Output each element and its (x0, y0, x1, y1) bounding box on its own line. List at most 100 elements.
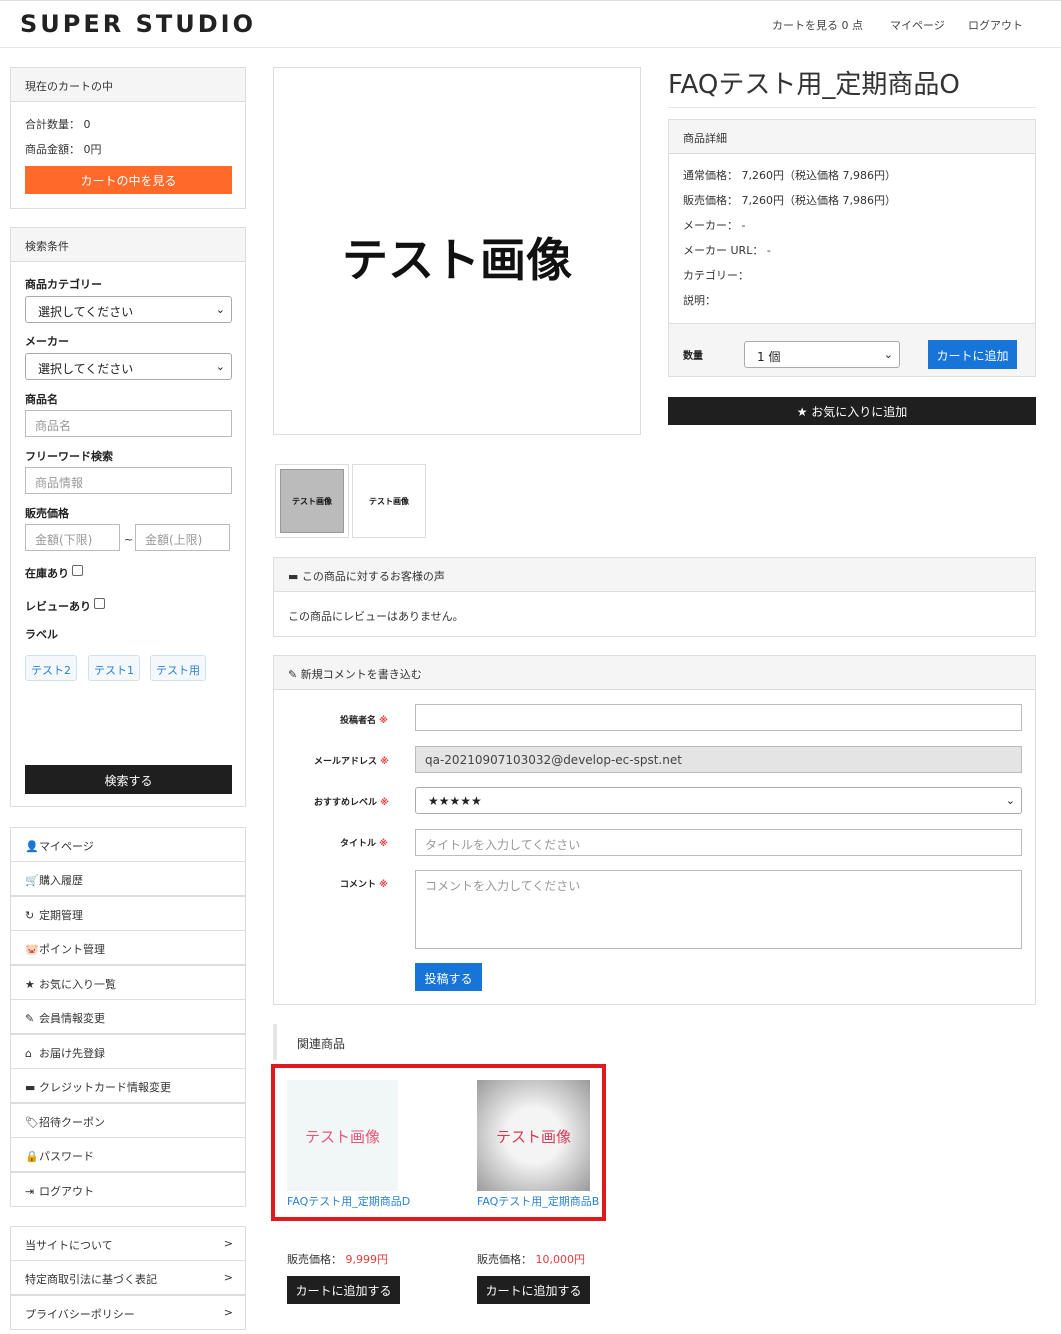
comment-textarea[interactable]: コメントを入力してください (415, 870, 1022, 949)
credit-card-icon: ▬ (25, 1081, 36, 1094)
menu-label: お届け先登録 (39, 1047, 105, 1060)
menu-item-password[interactable]: 🔒パスワード (10, 1137, 246, 1172)
price-max-input[interactable]: 金額(上限) (135, 524, 230, 551)
chevron-down-icon: ⌄ (215, 303, 225, 316)
tag-button[interactable]: テスト2 (25, 655, 77, 681)
rating-select[interactable]: ★★★★★ ⌄ (415, 787, 1022, 814)
thumbnail-image: テスト画像 (280, 469, 344, 533)
related-product-link[interactable]: FAQテスト用_定期商品D (287, 1193, 410, 1209)
cart-panel-title: 現在のカートの中 (11, 68, 245, 102)
link-tokusho[interactable]: 特定商取引法に基づく表記 > (10, 1260, 246, 1295)
cart-icon: 🛒 (25, 874, 39, 887)
related-product-image[interactable]: テスト画像 (477, 1080, 590, 1191)
maker-select[interactable]: 選択してください ⌄ (25, 353, 232, 380)
tag-button[interactable]: テスト用 (150, 655, 206, 681)
product-main-image[interactable]: テスト画像 (273, 67, 641, 435)
price-label: 販売価格 (25, 507, 69, 520)
freeword-label: フリーワード検索 (25, 450, 113, 463)
nav-cart-link[interactable]: カートを見る 0 点 (772, 17, 863, 33)
site-header: SUPER STUDIO カートを見る 0 点 マイページ ログアウト (0, 0, 1061, 48)
comment-form-title: ✎ 新規コメントを書き込む (274, 656, 1035, 690)
add-to-cart-button[interactable]: カートに追加 (928, 340, 1017, 369)
link-about[interactable]: 当サイトについて > (10, 1226, 246, 1261)
nav-logout-link[interactable]: ログアウト (968, 17, 1023, 33)
title-input[interactable]: タイトルを入力してください (415, 829, 1022, 856)
menu-label: 購入履歴 (39, 874, 83, 887)
menu-label: 招待クーポン (39, 1116, 105, 1129)
product-title: FAQテスト用_定期商品O (668, 64, 1036, 108)
menu-item-subscription[interactable]: ↻ 定期管理 (10, 896, 246, 931)
review-label: レビューあり (25, 600, 91, 613)
link-label: 特定商取引法に基づく表記 (25, 1273, 157, 1286)
email-label: メールアドレス ※ (314, 757, 389, 767)
logout-icon: ⇥ (25, 1185, 35, 1198)
label-filter-label: ラベル (25, 628, 58, 641)
lock-icon: 🔒 (25, 1150, 39, 1163)
main-image-text: テスト画像 (342, 233, 572, 287)
view-cart-button[interactable]: カートの中を見る (25, 166, 232, 194)
reviews-panel: ▬ この商品に対するお客様の声 この商品にレビューはありません。 (273, 557, 1036, 637)
related-product-link[interactable]: FAQテスト用_定期商品B (477, 1193, 599, 1209)
refresh-icon: ↻ (25, 909, 35, 922)
submit-comment-button[interactable]: 投稿する (415, 963, 482, 991)
category-label: 商品カテゴリー (25, 278, 102, 291)
menu-item-points[interactable]: 🐷ポイント管理 (10, 930, 246, 965)
email-field[interactable]: qa-20210907103032@develop-ec-spst.net (415, 746, 1022, 773)
category-select[interactable]: 選択してください ⌄ (25, 296, 232, 323)
site-logo[interactable]: SUPER STUDIO (20, 10, 256, 38)
related-product-image[interactable]: テスト画像 (287, 1080, 398, 1191)
reviews-panel-title: ▬ この商品に対するお客様の声 (274, 558, 1035, 592)
nav-mypage-link[interactable]: マイページ (890, 17, 945, 33)
chevron-down-icon: ⌄ (215, 360, 225, 373)
related-add-cart-button[interactable]: カートに追加する (287, 1276, 400, 1304)
price-min-input[interactable]: 金額(下限) (25, 524, 120, 551)
related-image-text: テスト画像 (304, 1128, 380, 1146)
related-title: 関連商品 (297, 1037, 346, 1051)
menu-item-favorites[interactable]: ★ お気に入り一覧 (10, 965, 246, 1000)
menu-label: ログアウト (39, 1185, 94, 1198)
menu-item-coupon[interactable]: 🏷招待クーポン (10, 1103, 246, 1138)
menu-label: パスワード (39, 1150, 94, 1163)
chevron-right-icon: > (223, 1237, 233, 1250)
review-checkbox[interactable] (94, 598, 105, 609)
maker-label: メーカー (25, 335, 69, 348)
category-info: カテゴリー： (683, 269, 749, 282)
home-icon: ⌂ (25, 1047, 32, 1060)
maker-url-info: メーカー URL： - (683, 244, 771, 257)
add-favorite-button[interactable]: ★ お気に入りに追加 (668, 397, 1036, 425)
search-panel-title: 検索条件 (11, 228, 245, 262)
pencil-icon: ✎ (288, 668, 301, 681)
star-icon: ★ (25, 978, 35, 991)
menu-item-delivery[interactable]: ⌂ お届け先登録 (10, 1034, 246, 1069)
menu-item-member-info[interactable]: ✎ 会員情報変更 (10, 999, 246, 1034)
tag-icon: 🏷 (25, 1116, 39, 1129)
cart-panel: 現在のカートの中 合計数量： 0 商品金額： 0円 カートの中を見る (10, 67, 246, 209)
author-input[interactable] (415, 704, 1022, 731)
menu-item-order-history[interactable]: 🛒購入履歴 (10, 861, 246, 896)
user-icon: 👤 (25, 840, 39, 853)
tag-button[interactable]: テスト1 (88, 655, 140, 681)
product-detail-panel: 商品詳細 通常価格： 7,260円（税込価格 7,986円） 販売価格： 7,2… (668, 119, 1036, 377)
regular-price: 通常価格： 7,260円（税込価格 7,986円） (683, 169, 896, 182)
menu-label: マイページ (39, 840, 94, 853)
related-title-bar (273, 1024, 277, 1060)
title-label: タイトル ※ (340, 839, 388, 849)
related-price: 販売価格： 10,000円 (477, 1253, 585, 1266)
product-thumbnail[interactable]: テスト画像 (352, 464, 426, 538)
comment-label: コメント ※ (340, 880, 388, 890)
related-add-cart-button[interactable]: カートに追加する (477, 1276, 590, 1304)
link-label: プライバシーポリシー (25, 1308, 135, 1321)
related-image-text: テスト画像 (495, 1128, 571, 1146)
stock-checkbox[interactable] (72, 565, 83, 576)
freeword-input[interactable]: 商品情報 (25, 467, 232, 494)
menu-item-mypage[interactable]: 👤マイページ (10, 827, 246, 862)
link-privacy[interactable]: プライバシーポリシー > (10, 1295, 246, 1330)
menu-label: お気に入り一覧 (39, 978, 116, 991)
quantity-select[interactable]: 1 個 ⌄ (744, 341, 900, 368)
search-button[interactable]: 検索する (25, 765, 232, 794)
menu-label: 定期管理 (39, 909, 83, 922)
menu-item-logout[interactable]: ⇥ ログアウト (10, 1172, 246, 1207)
menu-item-credit-card[interactable]: ▬ クレジットカード情報変更 (10, 1068, 246, 1103)
product-thumbnail[interactable]: テスト画像 (275, 464, 349, 538)
product-name-input[interactable]: 商品名 (25, 410, 232, 437)
